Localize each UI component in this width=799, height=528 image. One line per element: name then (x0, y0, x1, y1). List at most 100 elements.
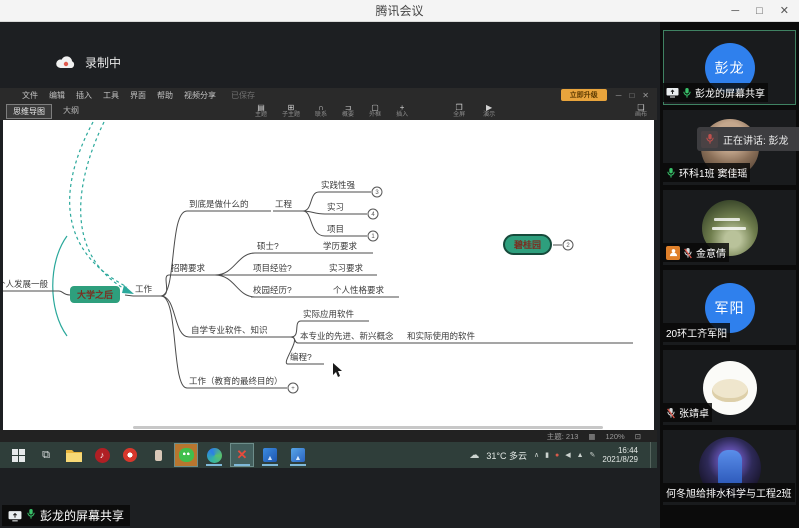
participant-label: 何冬旭给排水科学与工程2班 (663, 483, 795, 502)
menu-item[interactable]: 编辑 (49, 90, 65, 101)
view-tab[interactable]: 思维导图 (6, 104, 52, 119)
image-app-icon[interactable]: ▲ (287, 444, 309, 466)
app-minimize-button[interactable]: ─ (616, 91, 622, 100)
tool-icon: ⊐ (345, 103, 352, 112)
mindmap-node[interactable]: 工程 (275, 198, 292, 210)
show-desktop-button[interactable] (650, 442, 655, 468)
mindmap-node[interactable]: 工作 (135, 283, 152, 295)
participant-label: 彭龙的屏幕共享 (663, 83, 768, 102)
mindmap-node[interactable]: 个人性格要求 (333, 284, 384, 296)
photo-app-icon[interactable]: ▲ (259, 444, 281, 466)
canvas-panel-button[interactable]: ❏ 画布 (635, 103, 647, 119)
task-view-icon[interactable]: ⧉ (35, 444, 57, 466)
fit-screen-icon[interactable]: ⊡ (635, 432, 641, 441)
tray-icons: ∧ ▮ ● ◀ ▲ ✎ (534, 451, 595, 459)
tool-button[interactable]: ▤主题 (255, 103, 267, 119)
mindmap-node[interactable]: 碧桂园 (503, 234, 552, 255)
mindmap-node[interactable]: 编程? (290, 351, 312, 363)
mindmap-node[interactable]: 硕士? (257, 240, 279, 252)
windows-taskbar: ⧉ ♪ ✕ ▲ ▲ ☁ 31°C 多云 ∧ ▮ ● ◀ ▲ ✎ 16:44 2021/8/29 (0, 442, 657, 468)
menu-item[interactable]: 插入 (76, 90, 92, 101)
tool-button[interactable]: ❐全屏 (453, 103, 465, 119)
panel-icon: ❏ (637, 103, 644, 112)
mindmap-canvas[interactable]: 341+2 个人发展一般大学之后工作到底是做什么的工程实践性强实习项目招聘要求硕… (3, 120, 654, 430)
weather-text[interactable]: 31°C 多云 (486, 449, 527, 462)
mindmap-node[interactable]: 实际应用软件 (303, 308, 354, 320)
window-controls: ─ □ ✕ (731, 0, 789, 22)
view-tab[interactable]: 大纲 (57, 104, 85, 119)
file-explorer-icon[interactable] (63, 444, 85, 466)
tool-button[interactable]: ▶演示 (483, 103, 495, 119)
app-maximize-button[interactable]: □ (629, 91, 634, 100)
tool-icon: ▶ (486, 103, 492, 112)
app-menu-items: 文件编辑插入工具界面帮助视频分享 (22, 90, 216, 101)
recording-indicator[interactable]: 录制中 (55, 54, 121, 71)
window-maximize-button[interactable]: □ (756, 0, 763, 22)
mindmap-node[interactable]: 项目 (327, 223, 344, 235)
start-button-icon[interactable] (7, 444, 29, 466)
upgrade-button[interactable]: 立即升级 (561, 89, 607, 101)
mindmap-node[interactable]: 到底是做什么的 (189, 198, 249, 210)
pin-app-icon[interactable] (147, 444, 169, 466)
edge-browser-icon[interactable] (203, 444, 225, 466)
netease-music-icon[interactable]: ♪ (91, 444, 113, 466)
participant-tile[interactable]: 张靖卓 (663, 350, 796, 425)
participant-tile[interactable]: 军阳20环工齐军阳 (663, 270, 796, 345)
ime-icon[interactable]: ✎ (590, 451, 596, 459)
menu-item[interactable]: 视频分享 (184, 90, 216, 101)
menu-item[interactable]: 界面 (130, 90, 146, 101)
mindmap-node[interactable]: 自学专业软件、知识 (191, 324, 268, 336)
tool-button[interactable]: ∩联系 (315, 103, 327, 119)
window-minimize-button[interactable]: ─ (731, 0, 739, 22)
mindmap-node[interactable]: 校园经历? (253, 284, 292, 296)
app-toolbar: 思维导图大纲 ▤主题 ⊞子主题 ∩联系 ⊐概要 ▢外框 +插入 ❐全屏 ▶演示 ❏ 画布 (0, 102, 657, 120)
tool-button[interactable]: ⊞子主题 (282, 103, 300, 119)
mindmap-node[interactable]: 招聘要求 (171, 262, 205, 274)
wechat-icon[interactable] (175, 444, 197, 466)
mindmap-node[interactable]: 学历要求 (323, 240, 357, 252)
menu-item[interactable]: 文件 (22, 90, 38, 101)
participant-name: 彭龙的屏幕共享 (695, 85, 765, 100)
app-close-button[interactable]: ✕ (642, 91, 649, 100)
saved-hint: 已保存 (231, 90, 255, 101)
usb-icon[interactable]: ● (555, 452, 559, 459)
menu-item[interactable]: 帮助 (157, 90, 173, 101)
participant-name: 环科1班 窦佳瑶 (679, 165, 747, 180)
minimap-icon[interactable]: ▦ (588, 432, 595, 441)
network-icon[interactable]: ▲ (577, 452, 584, 459)
tool-button[interactable]: ⊐概要 (342, 103, 354, 119)
mindmap-node[interactable]: 实践性强 (321, 179, 355, 191)
mindmap-node[interactable]: 本专业的先进、新兴概念 (300, 330, 394, 342)
mindmap-node[interactable]: 大学之后 (70, 286, 120, 303)
speaking-toast: 正在讲话: 彭龙 (697, 127, 799, 151)
share-badge-label: 彭龙的屏幕共享 (40, 507, 124, 524)
mindmap-node[interactable]: 实习 (327, 201, 344, 213)
tool-button[interactable]: ▢外框 (369, 103, 381, 119)
screen-share-icon (666, 87, 679, 98)
screen-share-icon (8, 510, 22, 522)
tool-button[interactable]: +插入 (396, 103, 408, 119)
red-disc-app-icon[interactable] (119, 444, 141, 466)
weather-cloud-icon: ☁ (469, 450, 479, 461)
zoom-level[interactable]: 120% (606, 432, 625, 441)
participant-tile[interactable]: 金意倩 (663, 190, 796, 265)
mindmap-node[interactable]: 实习要求 (329, 262, 363, 274)
mindmap-node[interactable]: 项目经验? (253, 262, 292, 274)
app-window-controls: ─ □ ✕ (616, 91, 649, 100)
tool-icon: ▤ (257, 103, 265, 112)
tool-group-right: ❐全屏 ▶演示 (453, 103, 495, 119)
mindmap-node[interactable]: 和实际使用的软件 (407, 330, 475, 342)
horizontal-scrollbar[interactable] (133, 426, 603, 429)
mindmap-node[interactable]: 个人发展一般 (3, 278, 48, 290)
taskbar-clock[interactable]: 16:44 2021/8/29 (602, 446, 638, 464)
menu-item[interactable]: 工具 (103, 90, 119, 101)
chevron-up-icon[interactable]: ∧ (534, 451, 539, 459)
red-x-app-icon[interactable]: ✕ (231, 444, 253, 466)
participant-tile[interactable]: 彭龙彭龙的屏幕共享 (663, 30, 796, 105)
mindmap-node[interactable]: 工作（教育的最终目的） (189, 375, 283, 387)
tool-icon: ❐ (456, 103, 463, 112)
participant-tile[interactable]: 何冬旭给排水科学与工程2班 (663, 430, 796, 505)
speaker-icon[interactable]: ◀ (565, 451, 570, 459)
window-close-button[interactable]: ✕ (780, 0, 789, 22)
battery-icon[interactable]: ▮ (545, 451, 549, 459)
